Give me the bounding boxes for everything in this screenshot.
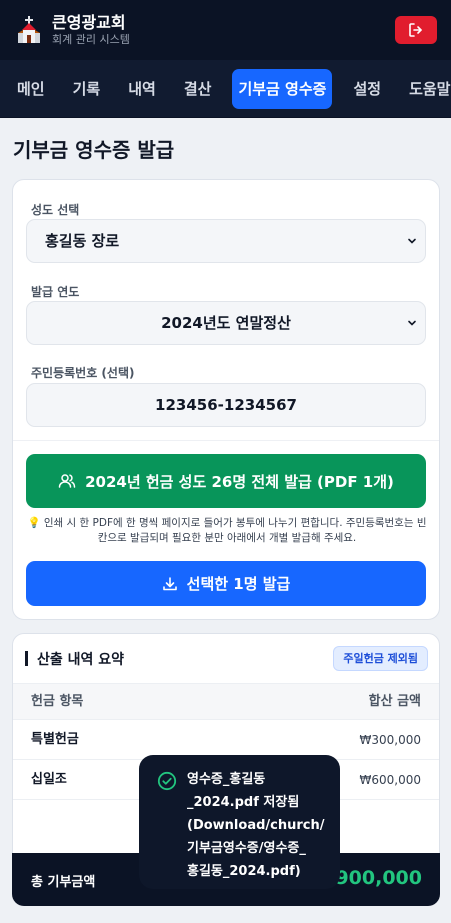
table-header: 헌금 항목 합산 금액 bbox=[13, 684, 439, 720]
app-header: 큰영광교회 회계 관리 시스템 bbox=[0, 0, 451, 60]
tab-history[interactable]: 내역 bbox=[121, 69, 163, 109]
single-issue-label: 선택한 1명 발급 bbox=[186, 575, 291, 593]
logout-button[interactable] bbox=[395, 16, 437, 44]
rrn-field-label: 주민등록번호 (선택) bbox=[31, 366, 135, 380]
tab-main[interactable]: 메인 bbox=[10, 69, 52, 109]
year-select-label: 발급 연도 bbox=[31, 285, 80, 299]
chevron-down-icon bbox=[408, 238, 416, 244]
row-amount: ₩300,000 bbox=[359, 733, 422, 747]
member-select-label: 성도 선택 bbox=[31, 203, 80, 217]
row-item: 특별헌금 bbox=[31, 732, 79, 747]
year-select[interactable]: 2024년도 연말정산 bbox=[26, 301, 426, 345]
summary-title: 산출 내역 요약 bbox=[37, 652, 125, 668]
column-header-item: 헌금 항목 bbox=[31, 694, 84, 709]
form-divider bbox=[13, 440, 439, 441]
tab-settings[interactable]: 설정 bbox=[346, 69, 388, 109]
tab-settlement[interactable]: 결산 bbox=[177, 69, 219, 109]
year-select-value: 2024년도 연말정산 bbox=[161, 314, 291, 332]
main-nav: 메인 기록 내역 결산 기부금 영수증 설정 도움말 bbox=[0, 60, 451, 118]
toast-line: 영수증_홍길동 bbox=[187, 772, 266, 787]
bulk-issue-label: 2024년 헌금 성도 26명 전체 발급 (PDF 1개) bbox=[85, 472, 394, 491]
toast-line: 홍길동_2024.pdf) bbox=[187, 864, 301, 879]
row-amount: ₩600,000 bbox=[359, 773, 422, 787]
member-select-value: 홍길동 장로 bbox=[45, 232, 120, 250]
column-header-amount: 합산 금액 bbox=[368, 694, 421, 709]
tab-record[interactable]: 기록 bbox=[66, 69, 108, 109]
save-toast: 영수증_홍길동 _2024.pdf 저장됨 (Download/church/ … bbox=[139, 755, 340, 889]
member-select[interactable]: 홍길동 장로 bbox=[26, 219, 426, 263]
chevron-down-icon bbox=[408, 320, 416, 326]
tab-donation-receipt[interactable]: 기부금 영수증 bbox=[232, 68, 333, 109]
rrn-input[interactable]: 123456-1234567 bbox=[26, 383, 426, 427]
toast-line: (Download/church/ bbox=[187, 818, 325, 833]
download-icon bbox=[162, 576, 177, 590]
single-issue-button[interactable]: 선택한 1명 발급 bbox=[26, 561, 426, 606]
toast-line: 기부금영수증/영수증_ bbox=[187, 841, 306, 856]
summary-header: 산출 내역 요약 주일헌금 제외됨 bbox=[13, 634, 439, 684]
toast-line: _2024.pdf 저장됨 bbox=[187, 795, 300, 810]
receipt-form-card: 성도 선택 홍길동 장로 발급 연도 2024년도 연말정산 주민등록번호 (선… bbox=[12, 179, 440, 620]
status-badge: 주일헌금 제외됨 bbox=[333, 646, 428, 671]
table-row: 특별헌금 ₩300,000 bbox=[13, 720, 439, 760]
tab-help[interactable]: 도움말 bbox=[402, 69, 451, 109]
church-icon bbox=[18, 16, 40, 43]
bulk-issue-button[interactable]: 2024년 헌금 성도 26명 전체 발급 (PDF 1개) bbox=[26, 454, 426, 508]
section-accent bbox=[25, 651, 28, 666]
total-label: 총 기부금액 bbox=[31, 875, 96, 890]
app-subtitle: 회계 관리 시스템 bbox=[52, 33, 130, 46]
page-title: 기부금 영수증 발급 bbox=[13, 138, 175, 162]
users-icon bbox=[58, 474, 76, 488]
brand: 큰영광교회 회계 관리 시스템 bbox=[52, 13, 395, 47]
print-hint: 💡 인쇄 시 한 PDF에 한 명씩 페이지로 들어가 봉투에 나누기 편합니다… bbox=[27, 517, 427, 544]
app-title: 큰영광교회 bbox=[52, 13, 126, 32]
check-circle-icon bbox=[157, 771, 177, 791]
logout-icon bbox=[409, 23, 422, 37]
row-item: 십일조 bbox=[31, 772, 67, 787]
